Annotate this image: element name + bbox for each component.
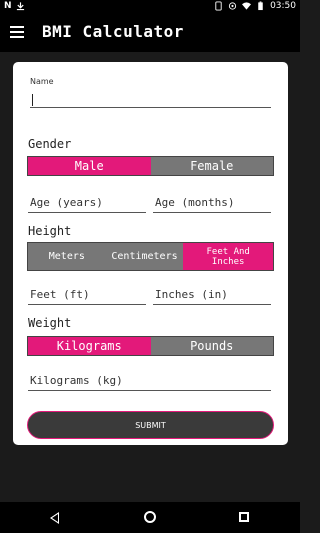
status-left-icons: N (4, 1, 25, 11)
download-icon (16, 2, 24, 11)
recent-apps-icon[interactable] (239, 512, 249, 522)
battery-icon (258, 1, 263, 11)
app-title: BMI Calculator (42, 22, 184, 41)
weight-label: Weight (28, 316, 72, 330)
height-option-meters[interactable]: Meters (28, 243, 106, 270)
gender-label: Gender (28, 137, 72, 151)
gender-option-male[interactable]: Male (28, 157, 151, 175)
status-bar: N 03:50 (0, 0, 300, 14)
hotspot-icon (228, 2, 237, 10)
menu-icon[interactable] (10, 26, 24, 38)
feet-input[interactable]: Feet (ft) (28, 288, 146, 305)
height-selector: Meters Centimeters Feet And Inches (27, 242, 274, 271)
weight-option-kilograms[interactable]: Kilograms (28, 337, 151, 355)
kilograms-input[interactable]: Kilograms (kg) (28, 374, 271, 391)
gender-option-female[interactable]: Female (150, 157, 273, 175)
home-icon[interactable] (144, 511, 156, 523)
weight-selector: Kilograms Pounds (27, 336, 274, 356)
height-option-feet-and-inches[interactable]: Feet And Inches (183, 243, 274, 270)
weight-option-pounds[interactable]: Pounds (150, 337, 273, 355)
age-years-input[interactable]: Age (years) (28, 196, 146, 213)
status-right-icons: 03:50 (214, 1, 296, 11)
app-bar: BMI Calculator (0, 14, 300, 52)
gender-selector: Male Female (27, 156, 274, 176)
content-area: Name Gender Male Female Age (years) Age … (0, 52, 300, 502)
phone-icon (215, 1, 222, 11)
status-time: 03:50 (270, 1, 296, 11)
navigation-bar (0, 502, 300, 533)
inches-input[interactable]: Inches (in) (153, 288, 271, 305)
height-option-centimeters[interactable]: Centimeters (105, 243, 184, 270)
text-cursor (32, 94, 33, 106)
back-icon[interactable] (50, 512, 59, 524)
submit-button[interactable]: SUBMIT (27, 411, 274, 439)
n-icon: N (4, 1, 12, 11)
bmi-form-card: Name Gender Male Female Age (years) Age … (13, 62, 288, 445)
name-label: Name (30, 77, 54, 86)
name-input[interactable] (30, 92, 271, 108)
height-label: Height (28, 224, 72, 238)
age-months-input[interactable]: Age (months) (153, 196, 271, 213)
wifi-icon (242, 2, 252, 10)
